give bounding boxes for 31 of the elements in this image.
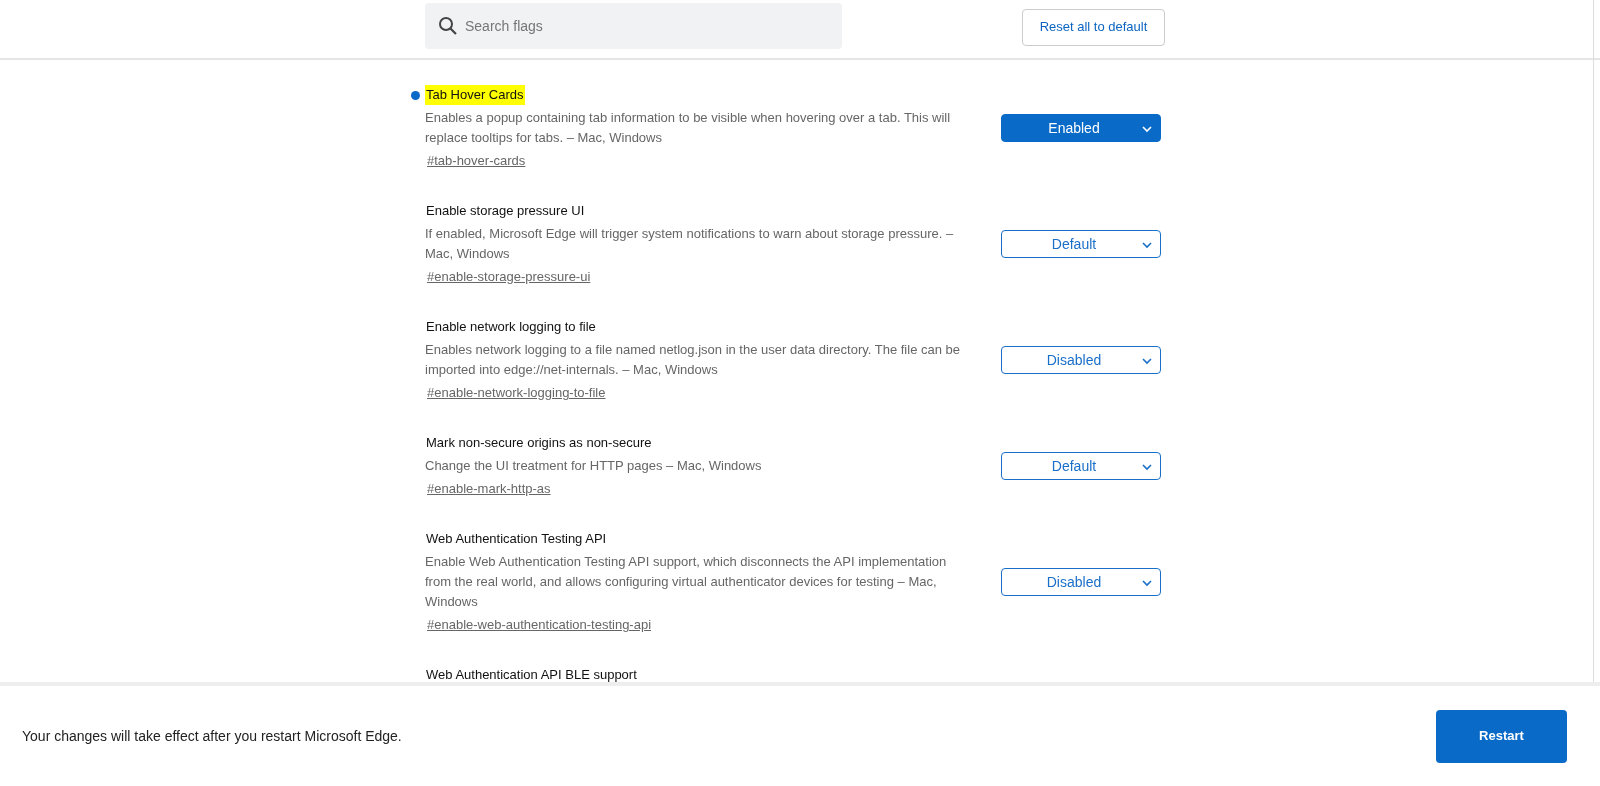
flag-title: Enable network logging to file [425, 318, 597, 337]
flag-description: Enable Web Authentication Testing API support, which disconnects the API implementation from the real world, and allows configuring virtual authenticator devices for testing – Mac, Windows [425, 553, 948, 611]
flag-title: Web Authentication Testing API [425, 530, 608, 549]
flag-anchor-link[interactable]: #enable-mark-http-as [427, 479, 551, 499]
restart-button[interactable]: Restart [1436, 709, 1567, 763]
flag-title: Web Authentication API BLE support [425, 666, 638, 685]
flag-description: If enabled, Microsoft Edge will trigger system notifications to warn about storage pressure. – Mac, Windows [425, 225, 955, 263]
flag-state-dropdown[interactable]: Enabled [1001, 114, 1161, 142]
flag-state-dropdown[interactable]: Default [1001, 230, 1161, 258]
flag-anchor-link[interactable]: #enable-storage-pressure-ui [427, 267, 591, 287]
chevron-down-icon [1142, 358, 1152, 365]
flag-description: Change the UI treatment for HTTP pages – Mac, Windows [425, 457, 763, 475]
chevron-down-icon [1142, 464, 1152, 471]
flag-anchor-link[interactable]: #enable-network-logging-to-file [427, 383, 606, 403]
flag-anchor-link[interactable]: #tab-hover-cards [427, 151, 526, 171]
chevron-down-icon [1142, 242, 1152, 249]
flag-state-dropdown[interactable]: Disabled [1001, 568, 1161, 596]
search-icon [438, 16, 458, 36]
flag-title: Mark non-secure origins as non-secure [425, 434, 653, 453]
flag-state-dropdown[interactable]: Default [1001, 452, 1161, 480]
flag-description: Enables network logging to a file named netlog.json in the user data directory. The file can be imported into edge://net-internals. – Mac, Windows [425, 341, 961, 379]
reset-button[interactable]: Reset all to default [1022, 8, 1165, 46]
chevron-down-icon [1142, 126, 1152, 133]
flag-description: Enables a popup containing tab information to be visible when hovering over a tab. This will replace tooltips for tabs. – Mac, Windows [425, 109, 952, 147]
flag-anchor-link[interactable]: #enable-web-authentication-testing-api [427, 615, 652, 635]
search-field[interactable]: Search flags [425, 3, 842, 49]
chevron-down-icon [1142, 580, 1152, 587]
restart-message: Your changes will take effect after you restart Microsoft Edge. [22, 726, 402, 746]
flag-state-dropdown[interactable]: Disabled [1001, 346, 1161, 374]
flag-title: Enable storage pressure UI [425, 202, 586, 221]
flag-title: Tab Hover Cards [425, 85, 525, 105]
